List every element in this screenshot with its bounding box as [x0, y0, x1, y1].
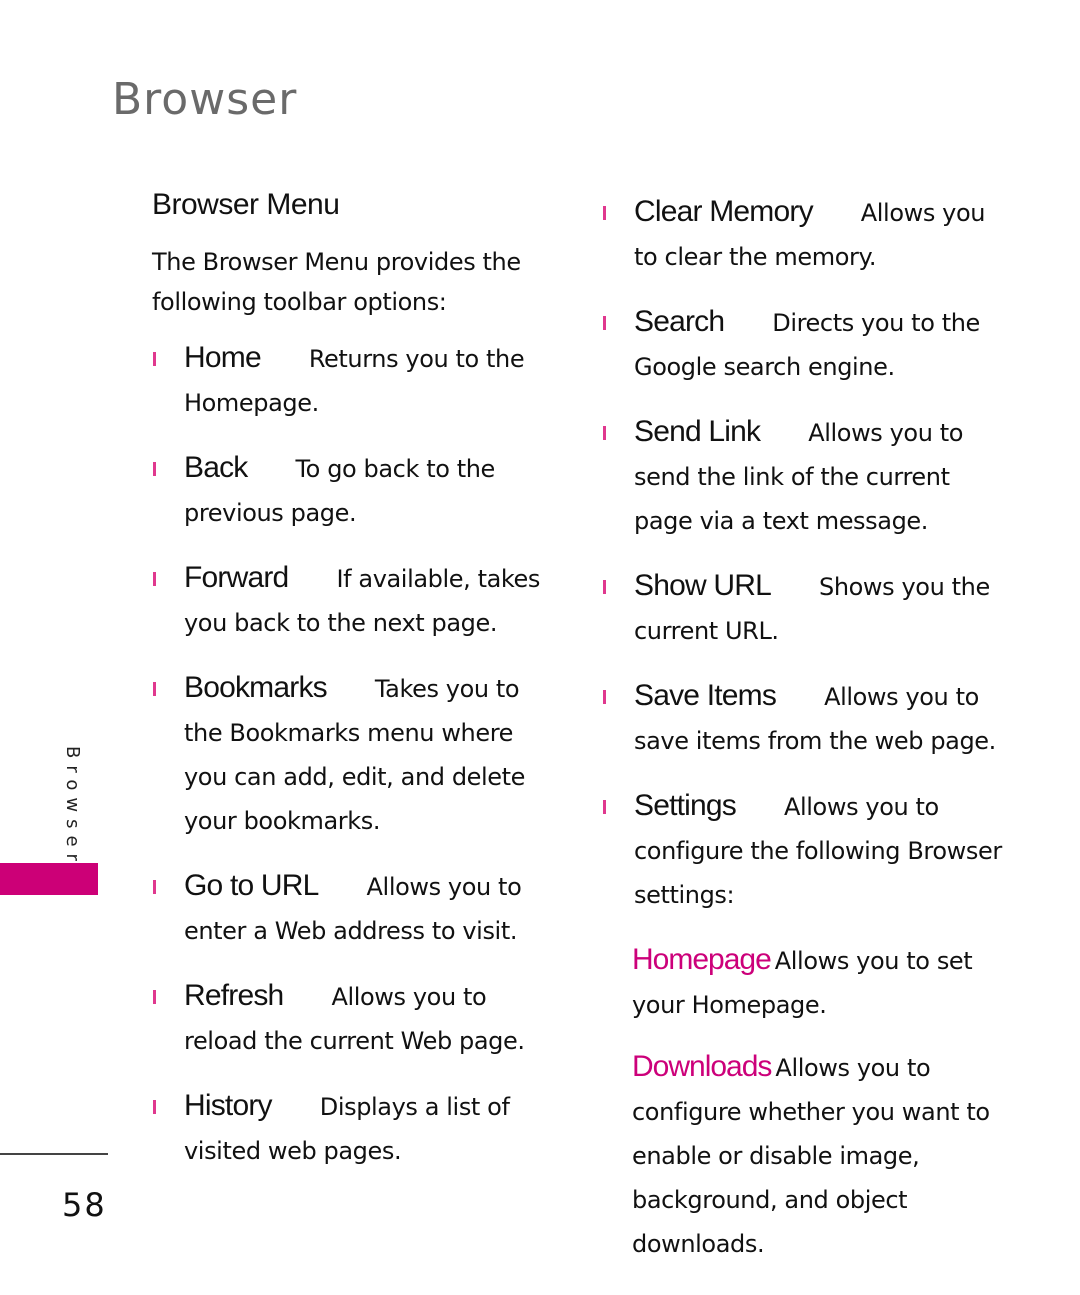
subitem-term: Downloads	[632, 1050, 772, 1083]
item-term: Show URL	[634, 569, 772, 602]
item-term: Back	[184, 451, 248, 484]
settings-subitem-homepage: Homepage Allows you to set your Homepage.	[598, 940, 1008, 1029]
sidebar-chapter-label: Browser	[62, 746, 83, 868]
chapter-title: Browser	[112, 74, 298, 125]
bullet-icon	[603, 206, 606, 220]
bullet-icon	[153, 352, 156, 366]
list-item-back: Back To go back to the previous page.	[148, 448, 558, 537]
section-intro: The Browser Menu provides the following …	[152, 248, 521, 316]
bullet-icon	[153, 1100, 156, 1114]
footer-divider	[0, 1153, 108, 1155]
list-item-history: History Displays a list of visited web pa…	[148, 1086, 558, 1175]
item-term: Home	[184, 341, 262, 374]
item-term: Save Items	[634, 679, 777, 712]
list-item-home: Home Returns you to the Homepage.	[148, 338, 558, 427]
item-term: Refresh	[184, 979, 284, 1012]
list-item-save-items: Save Items Allows you to save items from …	[598, 676, 1008, 765]
list-item-search: Search Directs you to the Google search e…	[598, 302, 1008, 391]
list-item-settings: Settings Allows you to configure the foll…	[598, 786, 1008, 919]
list-item-clear-memory: Clear Memory Allows you to clear the memo…	[598, 192, 1008, 281]
bullet-icon	[603, 690, 606, 704]
item-term: Go to URL	[184, 869, 319, 902]
list-item-show-url: Show URL Shows you the current URL.	[598, 566, 1008, 655]
bullet-icon	[153, 572, 156, 586]
item-term: Bookmarks	[184, 671, 328, 704]
page-number: 58	[62, 1186, 107, 1224]
item-term: History	[184, 1089, 273, 1122]
section-title: Browser Menu	[152, 188, 340, 221]
list-item-send-link: Send Link Allows you to send the link of …	[598, 412, 1008, 545]
item-term: Search	[634, 305, 725, 338]
chapter-tab-marker	[0, 863, 98, 895]
bullet-icon	[153, 462, 156, 476]
bullet-icon	[603, 800, 606, 814]
bullet-icon	[153, 880, 156, 894]
list-item-refresh: Refresh Allows you to reload the current …	[148, 976, 558, 1065]
list-item-bookmarks: Bookmarks Takes you to the Bookmarks menu…	[148, 668, 558, 845]
item-term: Forward	[184, 561, 289, 594]
item-term: Send Link	[634, 415, 761, 448]
bullet-icon	[603, 580, 606, 594]
list-item-forward: Forward If available, takes you back to t…	[148, 558, 558, 647]
item-term: Clear Memory	[634, 195, 814, 228]
settings-subitem-downloads: Downloads Allows you to configure whether…	[598, 1047, 1008, 1268]
item-term: Settings	[634, 789, 737, 822]
right-column-list: Clear Memory Allows you to clear the memo…	[598, 192, 1008, 1286]
bullet-icon	[153, 990, 156, 1004]
bullet-icon	[153, 682, 156, 696]
subitem-term: Homepage	[632, 943, 772, 976]
bullet-icon	[603, 426, 606, 440]
bullet-icon	[603, 316, 606, 330]
left-column-list: Home Returns you to the Homepage. Back To …	[148, 338, 558, 1196]
subitem-description: Allows you to configure whether you want…	[632, 1054, 990, 1258]
list-item-go-to-url: Go to URL Allows you to enter a Web addre…	[148, 866, 558, 955]
